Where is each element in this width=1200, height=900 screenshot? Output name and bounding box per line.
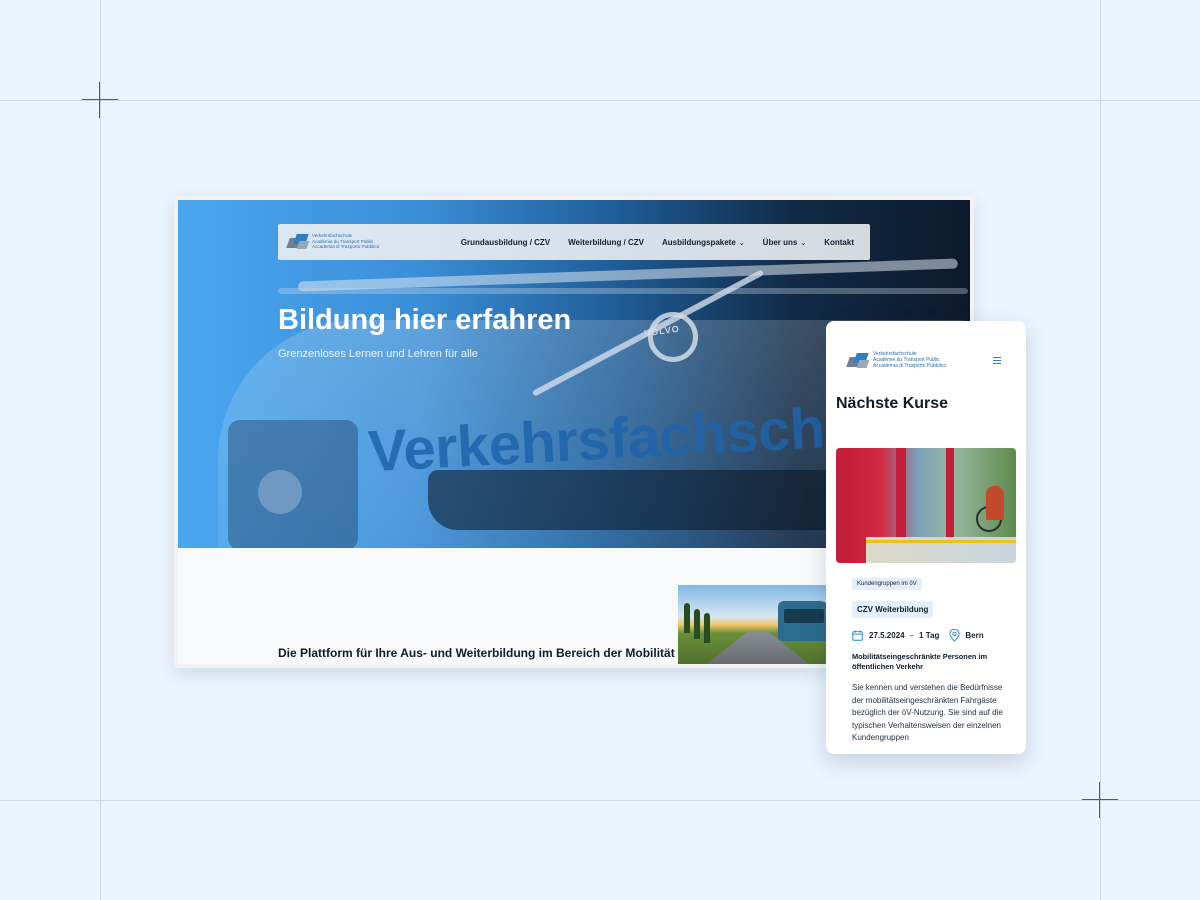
logo-text[interactable]: Verkehrsfachschule Académie du Transport… <box>873 351 947 369</box>
nav-item-grundausbildung[interactable]: Grundausbildung / CZV <box>461 238 550 247</box>
location-pin-icon <box>949 628 960 642</box>
course-location: Bern <box>965 630 984 640</box>
bus-trim <box>278 288 968 294</box>
course-tag: Kundengruppen im öV <box>852 578 922 590</box>
nav-item-label: Ausbildungspakete <box>662 237 736 247</box>
navbar: Verkehrsfachschule Académie du Transport… <box>278 224 870 260</box>
guide-line <box>0 800 1200 801</box>
nav-links: Grundausbildung / CZV Weiterbildung / CZ… <box>461 224 854 260</box>
nav-item-label: Über uns <box>762 237 798 247</box>
course-category-badge: CZV Weiterbildung <box>852 601 934 618</box>
course-date: 27.5.2024 <box>869 630 905 640</box>
logo-icon[interactable] <box>846 351 870 371</box>
chevron-down-icon: ⌄ <box>738 239 745 247</box>
road-bus-photo <box>678 585 838 664</box>
course-duration: 1 Tag <box>919 630 940 640</box>
guide-line <box>0 100 1200 101</box>
guide-line <box>100 0 101 900</box>
course-photo[interactable] <box>836 448 1016 563</box>
course-meta: 27.5.2024 – 1 Tag Bern <box>852 628 984 642</box>
guide-line <box>1100 0 1101 900</box>
crosshair-icon <box>82 82 118 118</box>
course-description: Sie kennen und verstehen die Bedürfnisse… <box>852 683 1003 742</box>
nav-item-kontakt[interactable]: Kontakt <box>824 238 854 247</box>
hero-title: Bildung hier erfahren <box>278 304 572 336</box>
calendar-icon <box>852 629 863 641</box>
logo-icon[interactable] <box>286 232 310 252</box>
bus-headlight <box>228 420 358 548</box>
hamburger-icon[interactable] <box>993 357 1001 364</box>
mobile-screenshot: Verkehrsfachschule Académie du Transport… <box>826 321 1026 754</box>
crosshair-icon <box>1082 782 1118 818</box>
hero-subtitle: Grenzenloses Lernen und Lehren für alle <box>278 348 478 360</box>
nav-item-weiterbildung[interactable]: Weiterbildung / CZV <box>568 238 644 247</box>
volvo-logo-icon <box>648 312 698 362</box>
nav-item-ausbildungspakete[interactable]: Ausbildungspakete ⌄ <box>662 238 745 247</box>
platform-tagline: Die Plattform für Ihre Aus- und Weiterbi… <box>278 646 675 660</box>
chevron-down-icon: ⌄ <box>800 239 807 247</box>
date-separator: – <box>909 630 915 640</box>
logo-line: Accademia di Trasporto Pubblico <box>312 244 380 249</box>
section-heading: Nächste Kurse <box>836 395 949 412</box>
logo-line: Accademia di Trasporto Pubblico <box>873 362 947 369</box>
bus-trim <box>298 258 958 292</box>
nav-item-ueber-uns[interactable]: Über uns ⌄ <box>763 238 807 247</box>
logo-text[interactable]: Verkehrsfachschule Académie du Transport… <box>312 233 379 250</box>
course-title[interactable]: Mobilitätseingeschränkte Personen im öff… <box>852 652 1012 672</box>
